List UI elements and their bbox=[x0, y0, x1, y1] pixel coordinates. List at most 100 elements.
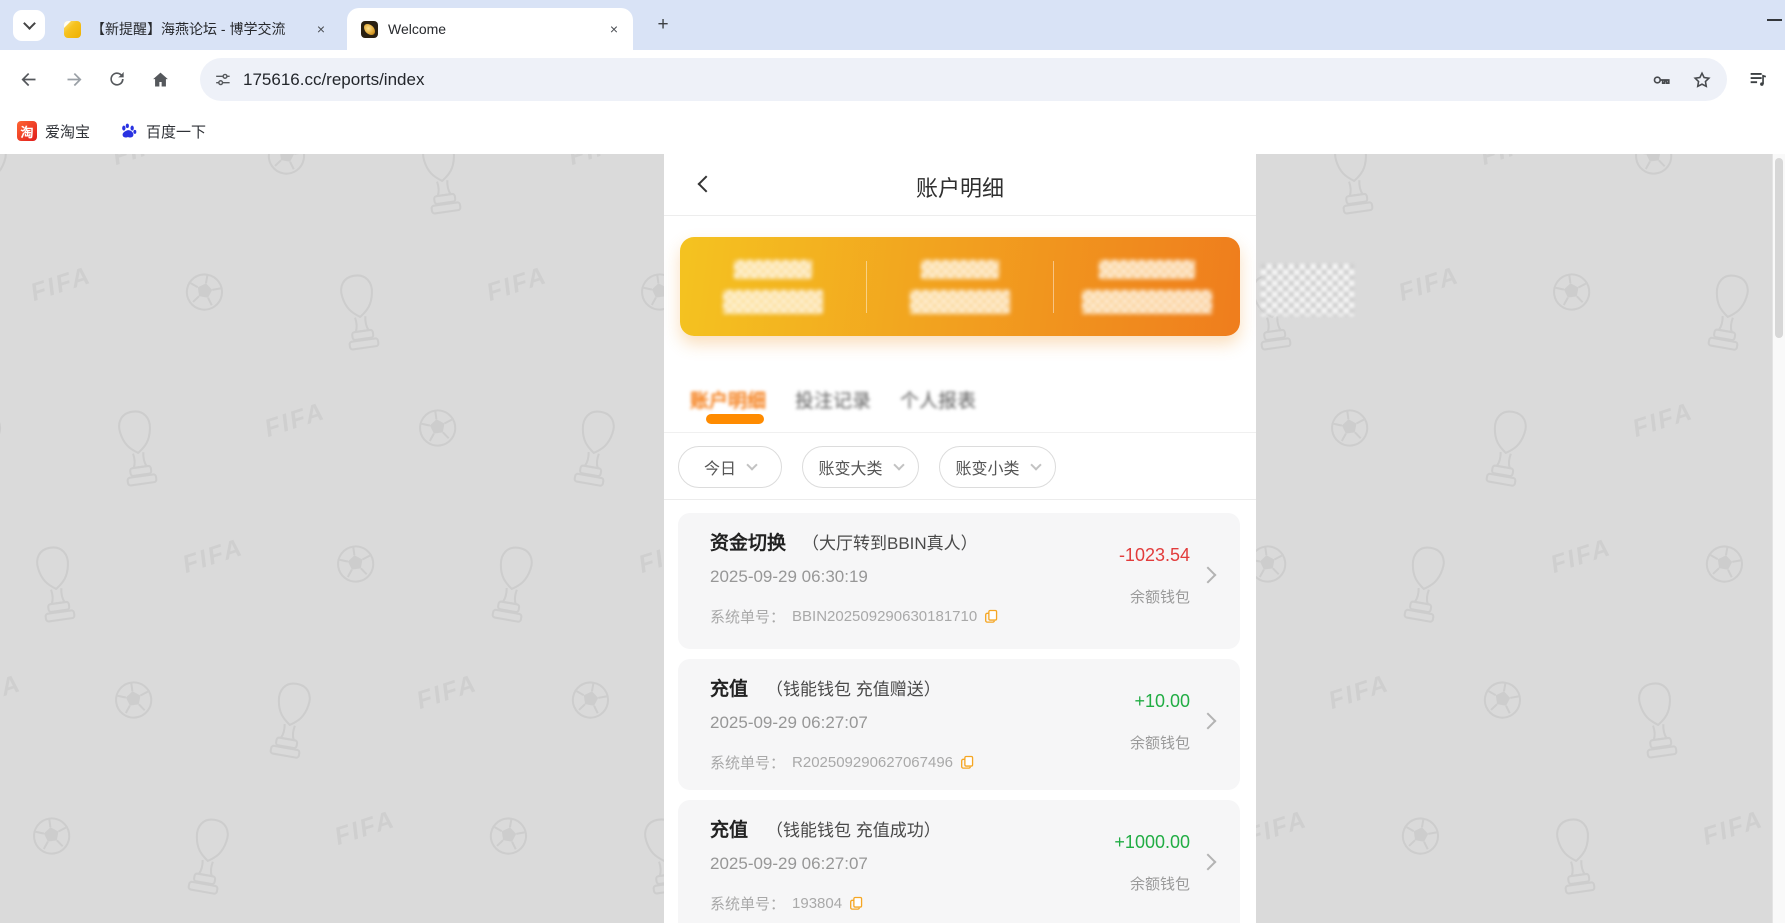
reload-icon bbox=[107, 69, 127, 89]
watermark-tile: FIFA bbox=[1702, 814, 1764, 843]
password-key-icon[interactable] bbox=[1650, 69, 1672, 91]
home-icon bbox=[150, 69, 171, 90]
txn-datetime: 2025-09-29 06:27:07 bbox=[710, 713, 868, 733]
txn-type: 充值 bbox=[710, 674, 748, 701]
window-minimize-button[interactable] bbox=[1767, 19, 1782, 21]
report-panel: 账户明细 账户明细 投注记录 bbox=[664, 154, 1256, 923]
filter-minor-category-dropdown[interactable]: 账变小类 bbox=[939, 446, 1056, 488]
home-button[interactable] bbox=[143, 62, 177, 96]
transaction-row[interactable]: 资金切换 （大厅转到BBIN真人） 2025-09-29 06:30:19 系统… bbox=[678, 513, 1240, 649]
censored-stat-label bbox=[921, 260, 999, 279]
txn-right-column: +10.00 余额钱包 bbox=[1130, 691, 1190, 753]
chevron-down-icon bbox=[746, 459, 757, 470]
txn-wallet-label: 余额钱包 bbox=[1130, 873, 1190, 894]
txn-detail: （钱能钱包 充值成功） bbox=[766, 816, 941, 841]
tab-account-detail[interactable]: 账户明细 bbox=[690, 386, 766, 413]
watermark-tile: FIFA bbox=[264, 406, 326, 435]
scrollbar-thumb[interactable] bbox=[1775, 158, 1783, 338]
media-controls-button[interactable] bbox=[1741, 62, 1775, 96]
watermark-tile: FIFA bbox=[568, 154, 630, 163]
censored-stat-value bbox=[1082, 290, 1212, 314]
filter-label: 今日 bbox=[704, 455, 736, 479]
transaction-list: 资金切换 （大厅转到BBIN真人） 2025-09-29 06:30:19 系统… bbox=[678, 513, 1242, 923]
url-text[interactable]: 175616.cc/reports/index bbox=[243, 70, 1650, 90]
url-bar[interactable]: 175616.cc/reports/index bbox=[200, 58, 1727, 101]
tab-personal-report[interactable]: 个人报表 bbox=[900, 386, 976, 413]
censored-stat-value bbox=[723, 290, 823, 314]
bookmarks-bar: 淘 爱淘宝 百度一下 bbox=[0, 108, 1785, 154]
watermark-tile: FIFA bbox=[1480, 154, 1542, 163]
txn-type: 充值 bbox=[710, 815, 748, 842]
watermark-tile: FIFA bbox=[416, 678, 478, 707]
bookmark-label: 爱淘宝 bbox=[45, 121, 90, 142]
censored-stat-label bbox=[734, 260, 812, 279]
watermark-tile: FIFA bbox=[1398, 270, 1460, 299]
watermark-tile bbox=[1476, 675, 1528, 731]
txn-amount: +10.00 bbox=[1134, 691, 1190, 712]
browser-tab-forum[interactable]: 【新提醒】海燕论坛 - 博学交流 × bbox=[52, 8, 340, 50]
watermark-tile bbox=[1544, 811, 1608, 908]
report-tabs: 账户明细 投注记录 个人报表 bbox=[664, 378, 1256, 433]
txn-amount: -1023.54 bbox=[1119, 545, 1190, 566]
watermark-tile bbox=[482, 811, 534, 867]
watermark-tile: FIFA bbox=[1550, 542, 1612, 571]
reload-button[interactable] bbox=[100, 62, 134, 96]
watermark-tile bbox=[1390, 538, 1457, 637]
bookmark-baidu[interactable]: 百度一下 bbox=[118, 121, 206, 142]
watermark-tile bbox=[1698, 539, 1750, 595]
browser-tab-welcome[interactable]: Welcome × bbox=[347, 8, 633, 50]
bookmark-star-icon[interactable] bbox=[1691, 69, 1713, 91]
close-tab-icon[interactable]: × bbox=[312, 20, 330, 38]
filter-label: 账变大类 bbox=[818, 455, 882, 479]
chevron-right-icon bbox=[1200, 854, 1217, 871]
copy-icon[interactable] bbox=[960, 755, 975, 770]
watermark-tile: FIFA bbox=[112, 154, 174, 163]
watermark-tile bbox=[1629, 154, 1679, 186]
txn-datetime: 2025-09-29 06:27:07 bbox=[710, 854, 868, 874]
bookmark-taobao[interactable]: 淘 爱淘宝 bbox=[17, 121, 90, 142]
transaction-row[interactable]: 充值 （钱能钱包 充值赠送） 2025-09-29 06:27:07 系统单号：… bbox=[678, 659, 1240, 790]
filter-bar: 今日 账变大类 账变小类 bbox=[664, 434, 1256, 500]
filter-date-dropdown[interactable]: 今日 bbox=[678, 446, 782, 488]
copy-icon[interactable] bbox=[984, 609, 999, 624]
back-button[interactable] bbox=[11, 62, 45, 96]
filter-major-category-dropdown[interactable]: 账变大类 bbox=[802, 446, 919, 488]
watermark-tile bbox=[564, 675, 616, 731]
balance-summary-card bbox=[680, 237, 1240, 336]
tab-search-button[interactable] bbox=[13, 10, 45, 41]
chevron-right-icon bbox=[1200, 567, 1217, 584]
tab-title: 【新提醒】海燕论坛 - 博学交流 bbox=[91, 19, 306, 39]
watermark-tile: FIFA bbox=[0, 678, 22, 707]
watermark-tile bbox=[413, 403, 463, 458]
watermark-tile bbox=[1694, 266, 1761, 365]
tab-title: Welcome bbox=[388, 21, 599, 37]
txn-datetime: 2025-09-29 06:30:19 bbox=[710, 567, 868, 587]
order-label: 系统单号： bbox=[710, 893, 785, 914]
page-scrollbar[interactable] bbox=[1772, 154, 1785, 923]
watermark-tile bbox=[1394, 811, 1446, 867]
stat-column bbox=[680, 260, 866, 314]
browser-toolbar: 175616.cc/reports/index bbox=[0, 50, 1785, 108]
order-number: BBIN202509290630181710 bbox=[792, 608, 977, 625]
order-number: 193804 bbox=[792, 895, 842, 912]
txn-order-row: 系统单号：BBIN202509290630181710 bbox=[710, 606, 999, 627]
txn-right-column: -1023.54 余额钱包 bbox=[1119, 545, 1190, 607]
new-tab-button[interactable]: + bbox=[648, 14, 678, 36]
baidu-paw-icon bbox=[118, 121, 138, 141]
copy-icon[interactable] bbox=[849, 896, 864, 911]
txn-type: 资金切换 bbox=[710, 528, 786, 555]
watermark-tile bbox=[27, 811, 77, 866]
tab-bet-records[interactable]: 投注记录 bbox=[795, 386, 871, 413]
close-tab-icon[interactable]: × bbox=[605, 20, 623, 38]
watermark-tile: FIFA bbox=[1328, 678, 1390, 707]
forward-button[interactable] bbox=[57, 62, 91, 96]
watermark-tile bbox=[1322, 154, 1386, 228]
watermark-tile bbox=[331, 539, 381, 594]
welcome-favicon-icon bbox=[361, 21, 378, 38]
page-title: 账户明细 bbox=[664, 171, 1256, 203]
browser-window: 【新提醒】海燕论坛 - 博学交流 × Welcome × + bbox=[0, 0, 1785, 923]
watermark-tile bbox=[328, 267, 392, 364]
watermark-tile bbox=[178, 267, 230, 323]
txn-amount: +1000.00 bbox=[1114, 832, 1190, 853]
transaction-row[interactable]: 充值 （钱能钱包 充值成功） 2025-09-29 06:27:07 系统单号：… bbox=[678, 800, 1240, 923]
